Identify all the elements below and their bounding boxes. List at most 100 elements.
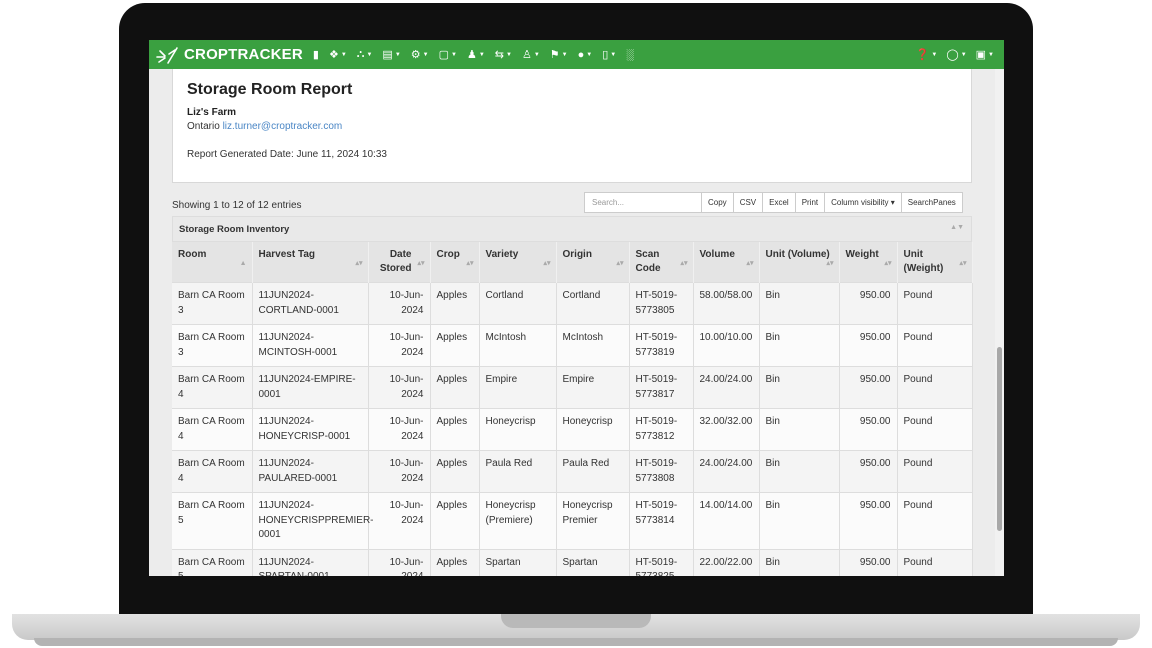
main-content: Storage Room Report Liz's Farm Ontario l…: [149, 69, 995, 576]
column-header[interactable]: Date Stored ▴▾: [368, 242, 431, 283]
table-cell: Bin: [759, 282, 840, 325]
excel-button[interactable]: Excel: [762, 192, 796, 213]
column-header-label: Unit (Weight): [903, 249, 944, 274]
column-header[interactable]: Variety ▴▾: [479, 242, 557, 283]
table-cell: 32.00/32.00: [693, 408, 760, 451]
worker-menu-icon[interactable]: ♙ ▼: [522, 48, 540, 61]
table-row[interactable]: Barn CA Room 4 11JUN2024-HONEYCRISP-0001 1…: [172, 408, 973, 451]
column-header[interactable]: Weight ▴▾: [839, 242, 898, 283]
table-cell: Bin: [759, 408, 840, 451]
account-menu-icon[interactable]: ▣ ▼: [976, 48, 994, 61]
generated-date: Report Generated Date: June 11, 2024 10:…: [187, 149, 387, 160]
column-header[interactable]: Scan Code ▴▾: [629, 242, 694, 283]
column-header[interactable]: Unit (Volume) ▴▾: [759, 242, 840, 283]
gear-menu-icon[interactable]: ⚙ ▼: [411, 48, 429, 61]
table-cell: 11JUN2024-CORTLAND-0001: [252, 282, 369, 325]
table-cell: Pound: [897, 450, 973, 493]
table-cell: Apples: [430, 450, 480, 493]
column-header[interactable]: Unit (Weight) ▴▾: [897, 242, 973, 283]
brand[interactable]: CROPTRACKER: [155, 45, 303, 65]
table-cell: McIntosh: [479, 324, 557, 367]
table-cell: 10-Jun-2024: [368, 366, 431, 409]
sort-icon[interactable]: ▴▾: [680, 257, 687, 271]
table-row[interactable]: Barn CA Room 3 11JUN2024-CORTLAND-0001 10-…: [172, 282, 973, 325]
column-header[interactable]: Room ▲: [172, 242, 253, 283]
sort-icon[interactable]: ▴▾: [616, 257, 623, 271]
table-header-row: Room ▲ Harvest Tag ▴▾ Date Stored ▴▾ Crop ▴▾ Var…: [172, 242, 973, 283]
sort-icon[interactable]: ▴▾: [959, 257, 966, 271]
support-menu-icon[interactable]: ◯ ▼: [946, 48, 966, 61]
pin-menu-icon[interactable]: ● ▼: [578, 49, 593, 61]
table-cell: Apples: [430, 408, 480, 451]
bookmark-icon[interactable]: ▮: [313, 48, 319, 61]
sort-icon[interactable]: ▴▾: [355, 257, 362, 271]
column-header[interactable]: Volume ▴▾: [693, 242, 760, 283]
table-cell: 10-Jun-2024: [368, 450, 431, 493]
table-row[interactable]: Barn CA Room 3 11JUN2024-MCINTOSH-0001 10-…: [172, 324, 973, 367]
table-cell: 11JUN2024-MCINTOSH-0001: [252, 324, 369, 367]
table-cell: Barn CA Room 4: [172, 366, 253, 409]
table-cell: Honeycrisp Premier: [556, 492, 630, 549]
table-cell: Apples: [430, 282, 480, 325]
column-header[interactable]: Origin ▴▾: [556, 242, 630, 283]
vertical-scrollbar[interactable]: [995, 69, 1004, 576]
flag-menu-icon[interactable]: ⚑ ▼: [550, 48, 568, 61]
transfer-menu-icon[interactable]: ⇆ ▼: [495, 48, 512, 61]
help-menu-icon[interactable]: ❓ ▼: [916, 48, 938, 61]
table-caption: Storage Room Inventory ▲▼: [172, 216, 972, 242]
table-row[interactable]: Barn CA Room 4 11JUN2024-PAULARED-0001 10-…: [172, 450, 973, 493]
sort-icon[interactable]: ▴▾: [543, 257, 550, 271]
leaf-menu-icon[interactable]: ❖ ▼: [329, 48, 347, 61]
laptop-notch: [501, 614, 651, 628]
table-cell: HT-5019-5773825: [629, 548, 694, 576]
table-cell: Pound: [897, 282, 973, 325]
scrollbar-thumb[interactable]: [997, 347, 1002, 531]
province: Ontario: [187, 121, 220, 132]
column-header[interactable]: Crop ▴▾: [430, 242, 480, 283]
table-cell: HT-5019-5773812: [629, 408, 694, 451]
table-row[interactable]: Barn CA Room 5 11JUN2024-HONEYCRISPPREMIE…: [172, 492, 973, 549]
inventory-table-wrap: Storage Room Inventory ▲▼ Room ▲ Harvest T…: [172, 216, 973, 576]
print-button[interactable]: Print: [794, 192, 826, 213]
table-row[interactable]: Barn CA Room 4 11JUN2024-EMPIRE-0001 10-Ju…: [172, 366, 973, 409]
chart-icon[interactable]: ░: [626, 49, 634, 61]
sort-icon[interactable]: ▴▾: [746, 257, 753, 271]
table-cell: Barn CA Room 3: [172, 282, 253, 325]
search-input[interactable]: Search...: [584, 192, 702, 213]
user-menu-icon[interactable]: ♟ ▼: [467, 48, 485, 61]
table-row[interactable]: Barn CA Room 511JUN2024-SPARTAN-000110-J…: [172, 548, 973, 576]
sort-icon[interactable]: ▲: [240, 257, 247, 271]
sort-icon[interactable]: ▲▼: [950, 224, 964, 231]
column-header-label: Room: [178, 249, 207, 260]
sort-icon[interactable]: ▴▾: [417, 257, 424, 271]
table-cell: HT-5019-5773808: [629, 450, 694, 493]
copy-button[interactable]: Copy: [701, 192, 734, 213]
farm-name: Liz's Farm: [187, 107, 237, 118]
table-cell: 11JUN2024-PAULARED-0001: [252, 450, 369, 493]
truck-menu-icon[interactable]: ▢ ▼: [439, 48, 457, 61]
table-cell: Bin: [759, 366, 840, 409]
sort-icon[interactable]: ▴▾: [826, 257, 833, 271]
clipboard-menu-icon[interactable]: ▤ ▼: [382, 48, 400, 61]
csv-button[interactable]: CSV: [732, 192, 764, 213]
table-cell: Pound: [897, 492, 973, 549]
column-visibility-button[interactable]: Column visibility ▾: [824, 192, 902, 213]
email-link[interactable]: liz.turner@croptracker.com: [223, 121, 343, 132]
table-cell: Cortland: [479, 282, 557, 325]
table-cell: Cortland: [556, 282, 630, 325]
mobile-menu-icon[interactable]: ▯ ▼: [602, 48, 616, 61]
basket-menu-icon[interactable]: ⛬ ▼: [357, 48, 373, 61]
table-cell: 950.00: [839, 366, 898, 409]
sort-icon[interactable]: ▴▾: [884, 257, 891, 271]
column-header-label: Date Stored: [379, 249, 412, 274]
table-cell: Apples: [430, 492, 480, 549]
column-header-label: Variety: [485, 249, 519, 260]
table-cell: Apples: [430, 324, 480, 367]
searchpanes-button[interactable]: SearchPanes: [900, 192, 963, 213]
table-cell: 950.00: [839, 324, 898, 367]
table-cell: Spartan: [556, 548, 630, 576]
sort-icon[interactable]: ▴▾: [466, 257, 473, 271]
column-header[interactable]: Harvest Tag ▴▾: [252, 242, 369, 283]
column-header-label: Unit (Volume): [765, 249, 830, 260]
inventory-table: Room ▲ Harvest Tag ▴▾ Date Stored ▴▾ Crop ▴▾ Var…: [172, 242, 973, 576]
